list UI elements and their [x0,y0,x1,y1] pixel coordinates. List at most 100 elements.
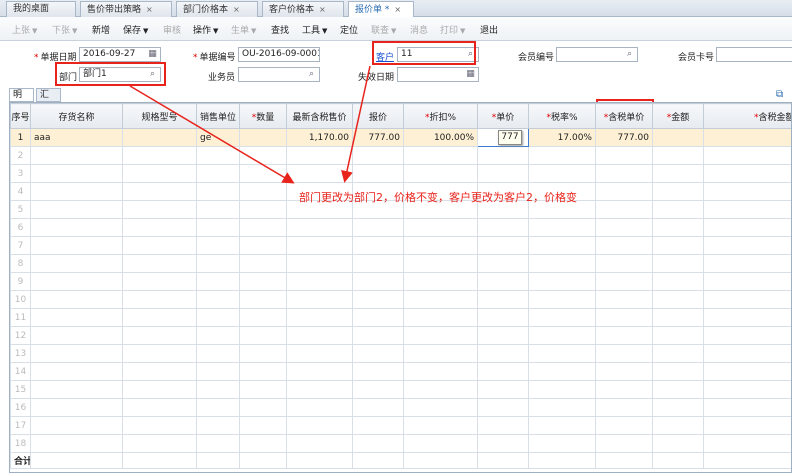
table-cell[interactable] [239,308,287,327]
table-cell[interactable] [239,272,287,291]
table-cell[interactable] [30,416,123,435]
table-cell[interactable] [528,164,596,183]
find-button[interactable]: 查找 [271,23,289,36]
table-cell[interactable] [403,380,478,399]
operate-button[interactable]: 操作 ▼ [193,23,218,36]
table-cell[interactable] [703,344,791,363]
table-cell[interactable] [30,308,123,327]
table-cell[interactable] [528,326,596,345]
close-icon[interactable]: × [319,5,326,14]
table-row[interactable]: 1 aaa ge 1,170.00 777.00 100.00% 17.00% … [10,128,791,147]
table-cell[interactable] [196,182,240,201]
table-cell[interactable] [30,380,123,399]
table-row[interactable]: 15 [10,380,791,399]
table-row[interactable]: 8 [10,254,791,273]
table-cell[interactable] [30,434,123,453]
col-header-tax-amount[interactable]: *含税金额 [703,103,791,129]
locate-button[interactable]: 定位 [340,23,358,36]
table-cell[interactable] [239,434,287,453]
table-cell[interactable] [652,290,704,309]
table-cell[interactable] [286,362,353,381]
table-cell[interactable] [652,398,704,417]
member-card-field[interactable] [716,47,792,62]
table-cell[interactable] [652,308,704,327]
cell-tax-unit-price[interactable]: 777.00 [595,128,653,147]
table-cell[interactable] [286,344,353,363]
table-cell[interactable] [652,272,704,291]
col-header-discount[interactable]: *折扣% [403,103,478,129]
audit-button[interactable]: 审核 [163,23,181,36]
print-button[interactable]: 打印 ▼ [440,23,465,36]
cell-tax-rate[interactable]: 17.00% [528,128,596,147]
table-cell[interactable] [652,344,704,363]
table-cell[interactable] [703,254,791,273]
table-cell[interactable] [403,218,478,237]
calendar-icon[interactable]: ▦ [465,69,476,80]
table-cell[interactable] [239,200,287,219]
table-cell[interactable] [703,290,791,309]
cell-amount[interactable] [652,128,704,147]
table-cell[interactable] [196,290,240,309]
table-cell[interactable] [595,272,653,291]
table-cell[interactable] [703,164,791,183]
table-cell[interactable] [528,254,596,273]
table-cell[interactable] [196,218,240,237]
table-cell[interactable] [352,254,404,273]
table-cell[interactable] [286,290,353,309]
table-cell[interactable] [122,164,197,183]
table-cell[interactable] [352,362,404,381]
table-cell[interactable] [30,398,123,417]
table-cell[interactable] [595,308,653,327]
table-cell[interactable] [352,236,404,255]
calendar-icon[interactable]: ▦ [147,49,158,60]
table-cell[interactable] [196,416,240,435]
table-cell[interactable] [652,164,704,183]
table-cell[interactable] [30,182,123,201]
close-icon[interactable]: × [146,5,153,14]
table-cell[interactable] [652,362,704,381]
next-button[interactable]: 下张 ▼ [52,23,77,36]
tab-customer-price[interactable]: 客户价格本 × [262,1,344,17]
table-cell[interactable] [528,398,596,417]
table-cell[interactable] [30,344,123,363]
table-cell[interactable] [477,146,529,165]
table-cell[interactable] [528,290,596,309]
table-cell[interactable] [122,416,197,435]
table-cell[interactable] [477,416,529,435]
cell-latest-price[interactable]: 1,170.00 [286,128,353,147]
table-cell[interactable] [403,398,478,417]
table-row[interactable]: 6 [10,218,791,237]
table-cell[interactable] [703,218,791,237]
table-row[interactable]: 2 [10,146,791,165]
table-cell[interactable] [239,398,287,417]
table-cell[interactable] [352,380,404,399]
table-cell[interactable] [703,146,791,165]
table-cell[interactable] [477,326,529,345]
table-cell[interactable] [595,236,653,255]
table-cell[interactable] [196,434,240,453]
table-row[interactable]: 18 [10,434,791,453]
table-cell[interactable] [477,398,529,417]
table-cell[interactable] [595,164,653,183]
table-cell[interactable] [703,362,791,381]
table-cell[interactable] [403,236,478,255]
table-cell[interactable] [595,416,653,435]
table-cell[interactable] [477,236,529,255]
table-cell[interactable] [122,200,197,219]
table-cell[interactable] [528,146,596,165]
table-cell[interactable] [595,146,653,165]
code-field[interactable]: OU-2016-09-0001 [238,47,320,62]
col-header-tax-rate[interactable]: *税率% [528,103,596,129]
table-cell[interactable] [122,254,197,273]
search-icon[interactable]: ⌕ [624,49,635,60]
table-cell[interactable] [595,182,653,201]
table-cell[interactable] [352,398,404,417]
table-cell[interactable] [239,362,287,381]
table-cell[interactable] [30,326,123,345]
close-icon[interactable]: × [233,5,240,14]
table-cell[interactable] [286,416,353,435]
close-icon[interactable]: × [394,5,401,14]
expiry-field[interactable]: ▦ [397,67,479,82]
table-cell[interactable] [528,308,596,327]
table-cell[interactable] [196,236,240,255]
